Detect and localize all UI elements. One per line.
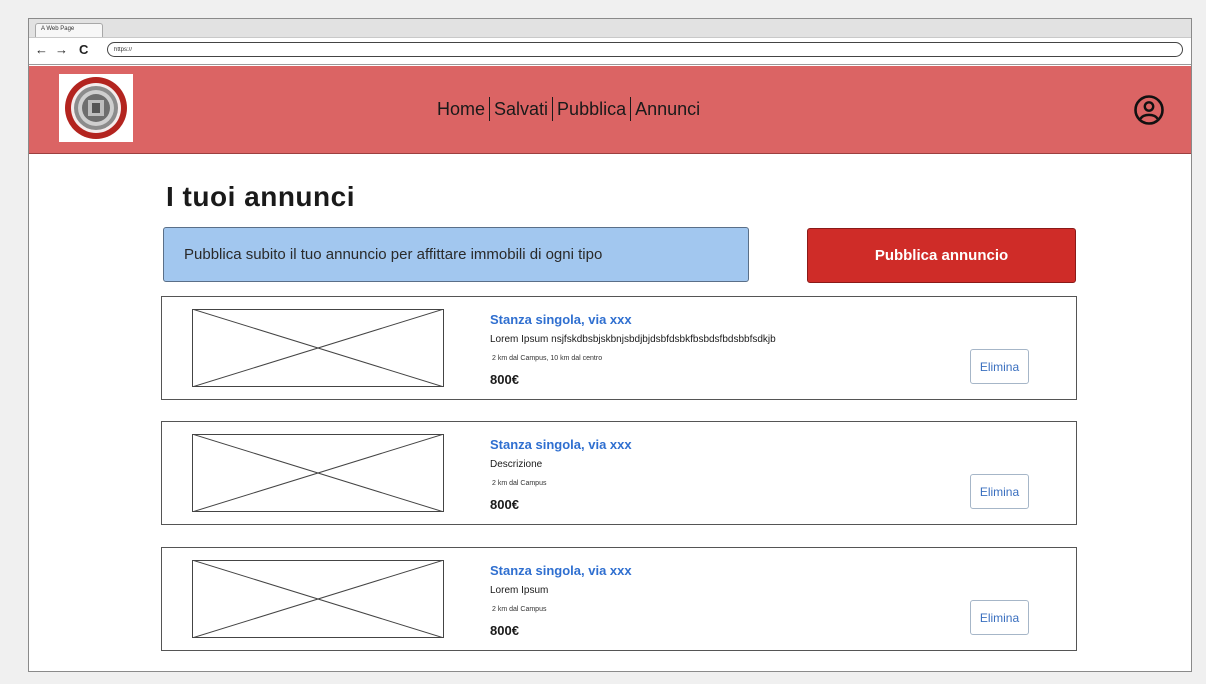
listing-distance: 2 km dal Campus, 10 km dal centro bbox=[492, 355, 603, 362]
delete-button[interactable]: Elimina bbox=[970, 474, 1029, 509]
page-title: I tuoi annunci bbox=[166, 181, 355, 212]
listing-card: Stanza singola, via xxx Descrizione 2 km… bbox=[161, 421, 1077, 525]
listing-title[interactable]: Stanza singola, via xxx bbox=[490, 437, 632, 452]
nav-home[interactable]: Home bbox=[433, 98, 489, 120]
listing-description: Descrizione bbox=[490, 459, 543, 470]
publish-listing-button[interactable]: Pubblica annuncio bbox=[807, 228, 1076, 283]
listing-distance: 2 km dal Campus bbox=[492, 480, 547, 487]
url-input[interactable] bbox=[107, 42, 1183, 57]
main-navigation: Home Salvati Pubblica Annunci bbox=[433, 96, 704, 122]
browser-window: A Web Page ← → C Home Salvati Pubblica bbox=[28, 18, 1192, 672]
listing-description: Lorem Ipsum bbox=[490, 585, 549, 596]
site-header: Home Salvati Pubblica Annunci bbox=[29, 66, 1191, 154]
listing-price: 800€ bbox=[490, 623, 519, 638]
forward-icon[interactable]: → bbox=[55, 42, 68, 58]
delete-button[interactable]: Elimina bbox=[970, 349, 1029, 384]
user-circle-icon[interactable] bbox=[1133, 94, 1165, 126]
image-placeholder-icon bbox=[192, 434, 444, 512]
nav-pubblica[interactable]: Pubblica bbox=[553, 98, 630, 120]
nav-salvati[interactable]: Salvati bbox=[490, 98, 552, 120]
delete-button[interactable]: Elimina bbox=[970, 600, 1029, 635]
listing-title[interactable]: Stanza singola, via xxx bbox=[490, 312, 632, 327]
listing-distance: 2 km dal Campus bbox=[492, 606, 547, 613]
listing-description: Lorem Ipsum nsjfskdbsbjskbnjsbdjbjdsbfds… bbox=[490, 334, 776, 345]
back-icon[interactable]: ← bbox=[35, 42, 48, 58]
university-seal-logo-icon[interactable] bbox=[59, 74, 133, 142]
listing-card: Stanza singola, via xxx Lorem Ipsum nsjf… bbox=[161, 296, 1077, 400]
listing-title[interactable]: Stanza singola, via xxx bbox=[490, 563, 632, 578]
listing-price: 800€ bbox=[490, 372, 519, 387]
banner-text: Pubblica subito il tuo annuncio per affi… bbox=[184, 246, 603, 263]
image-placeholder-icon bbox=[192, 560, 444, 638]
browser-tab[interactable]: A Web Page bbox=[35, 23, 103, 37]
publish-banner: Pubblica subito il tuo annuncio per affi… bbox=[163, 227, 749, 282]
image-placeholder-icon bbox=[192, 309, 444, 387]
browser-tabstrip: A Web Page bbox=[29, 19, 1191, 38]
listing-card: Stanza singola, via xxx Lorem Ipsum 2 km… bbox=[161, 547, 1077, 651]
address-bar: ← → C bbox=[29, 38, 1191, 65]
listing-price: 800€ bbox=[490, 497, 519, 512]
nav-annunci[interactable]: Annunci bbox=[631, 98, 704, 120]
reload-icon[interactable]: C bbox=[79, 42, 88, 58]
